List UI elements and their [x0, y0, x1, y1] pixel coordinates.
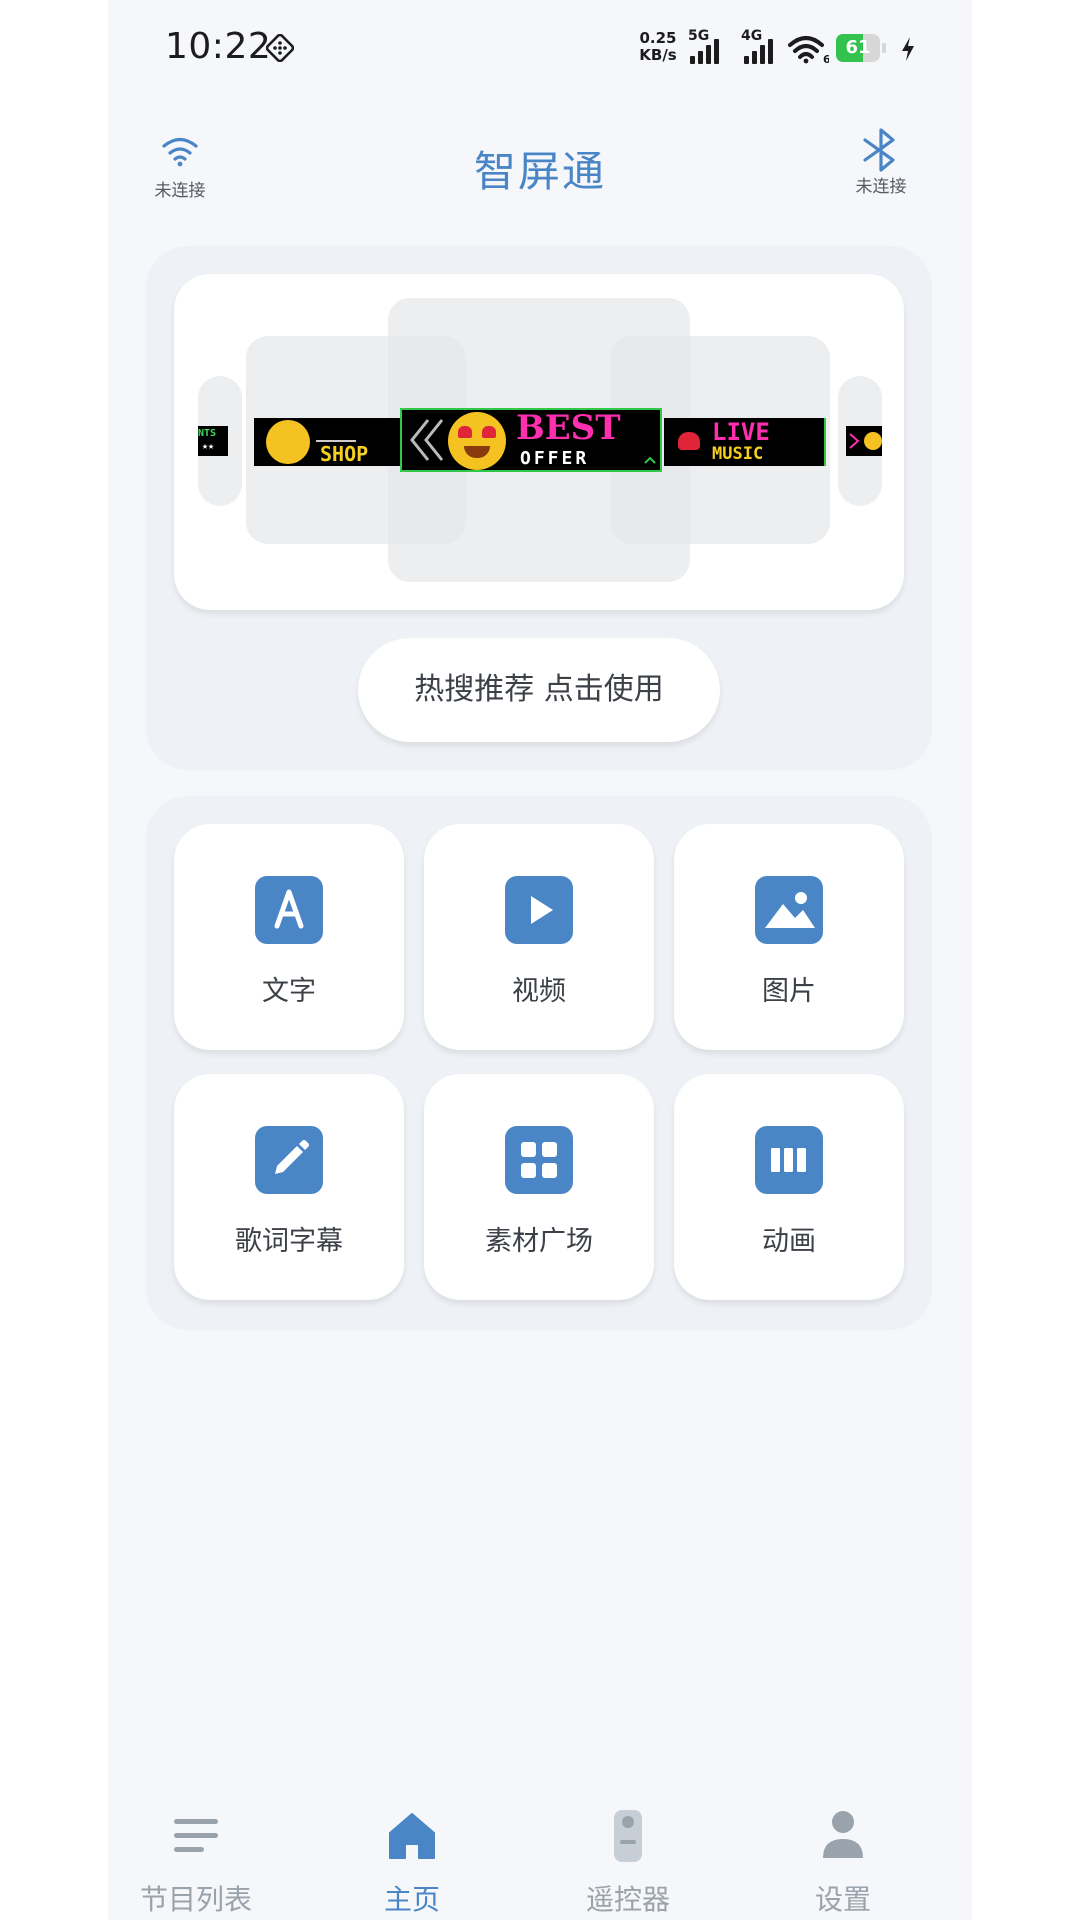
- slide-subtitle: MUSIC: [712, 444, 764, 464]
- emoji-heart-eyes-icon: [448, 412, 506, 470]
- speed-value: 0.25: [639, 29, 677, 47]
- nav-label: 节目列表: [139, 1883, 252, 1916]
- nav-item-home[interactable]: 主页: [332, 1780, 492, 1920]
- signal-icon: [744, 39, 773, 64]
- emoji-icon: [266, 420, 310, 464]
- image-icon: [755, 876, 823, 944]
- hot-template-section: NTS ★★ SHOP BEST OFFER LIVE MUSIC 热搜推荐 点…: [146, 246, 932, 770]
- chevron-up-icon: [644, 456, 656, 464]
- feature-label: 视频: [512, 976, 566, 1007]
- bluetooth-icon: [863, 128, 895, 172]
- battery-icon: 61: [836, 34, 888, 62]
- feature-label: 文字: [262, 976, 316, 1007]
- hot-recommend-button[interactable]: 热搜推荐 点击使用: [358, 638, 720, 742]
- nav-item-settings[interactable]: 设置: [763, 1780, 923, 1920]
- speed-unit: KB/s: [639, 46, 677, 64]
- feature-lyrics[interactable]: 歌词字幕: [174, 1074, 404, 1300]
- grid-icon: [505, 1126, 573, 1194]
- feature-text[interactable]: 文字: [174, 824, 404, 1050]
- text-icon: [255, 876, 323, 944]
- signal-icon: [690, 39, 719, 64]
- carousel-slide-active[interactable]: BEST OFFER: [400, 408, 662, 472]
- feature-animation[interactable]: 动画: [674, 1074, 904, 1300]
- feature-label: 歌词字幕: [235, 1226, 343, 1257]
- feature-image[interactable]: 图片: [674, 824, 904, 1050]
- feature-material-square[interactable]: 素材广场: [424, 1074, 654, 1300]
- wifi-icon: 6: [788, 36, 829, 64]
- slide-title: BEST: [516, 408, 621, 448]
- nav-label: 遥控器: [585, 1883, 670, 1916]
- user-icon: [823, 1811, 863, 1858]
- list-icon: [174, 1819, 218, 1852]
- bottom-navigation: 节目列表 主页 遥控器 设置: [108, 1780, 972, 1920]
- nav-item-program-list[interactable]: 节目列表: [116, 1780, 276, 1920]
- carousel-slide[interactable]: NTS ★★: [198, 426, 228, 456]
- feature-grid: 文字 视频 图片 歌词字幕 素材广场 动画: [146, 796, 932, 1330]
- carousel-slide[interactable]: SHOP: [254, 418, 416, 466]
- app-screen: 10:22 0.25 KB/s 5G 4G 6 61 未连接 智屏通 未连接 N…: [108, 0, 972, 1920]
- nav-label: 设置: [814, 1883, 871, 1916]
- charging-icon: [902, 37, 914, 61]
- emoji-icon: [864, 432, 882, 450]
- dice-icon: [266, 34, 294, 62]
- video-play-icon: [505, 876, 573, 944]
- chevron-right-icon: [849, 433, 860, 449]
- heart-icon: [678, 432, 700, 450]
- chevron-left-icon: [410, 419, 444, 461]
- remote-icon: [614, 1810, 642, 1862]
- carousel-slide[interactable]: [846, 426, 882, 456]
- status-time: 10:22: [165, 26, 272, 67]
- feature-video[interactable]: 视频: [424, 824, 654, 1050]
- slide-text: NTS: [198, 428, 217, 439]
- status-bar: 10:22 0.25 KB/s 5G 4G 6 61: [108, 0, 972, 100]
- slide-subtitle: OFFER: [520, 448, 590, 469]
- home-icon: [389, 1813, 435, 1859]
- feature-label: 动画: [762, 1226, 816, 1257]
- battery-level: 61: [845, 37, 871, 58]
- pencil-icon: [255, 1126, 323, 1194]
- nav-item-remote[interactable]: 遥控器: [548, 1780, 708, 1920]
- template-carousel[interactable]: NTS ★★ SHOP BEST OFFER LIVE MUSIC: [174, 274, 904, 610]
- carousel-slide[interactable]: LIVE MUSIC: [664, 418, 826, 466]
- feature-label: 图片: [762, 976, 816, 1007]
- nav-label: 主页: [383, 1883, 440, 1916]
- network-speed: 0.25 KB/s: [632, 30, 684, 64]
- feature-label: 素材广场: [485, 1226, 593, 1257]
- slide-text: ★★: [202, 441, 215, 452]
- bluetooth-status-label: 未连接: [855, 177, 907, 197]
- slide-text: SHOP: [320, 442, 369, 466]
- wifi-badge: 6: [823, 53, 829, 64]
- bluetooth-connection-status[interactable]: 未连接: [826, 128, 936, 197]
- slide-title: LIVE: [712, 418, 770, 446]
- animation-icon: [755, 1126, 823, 1194]
